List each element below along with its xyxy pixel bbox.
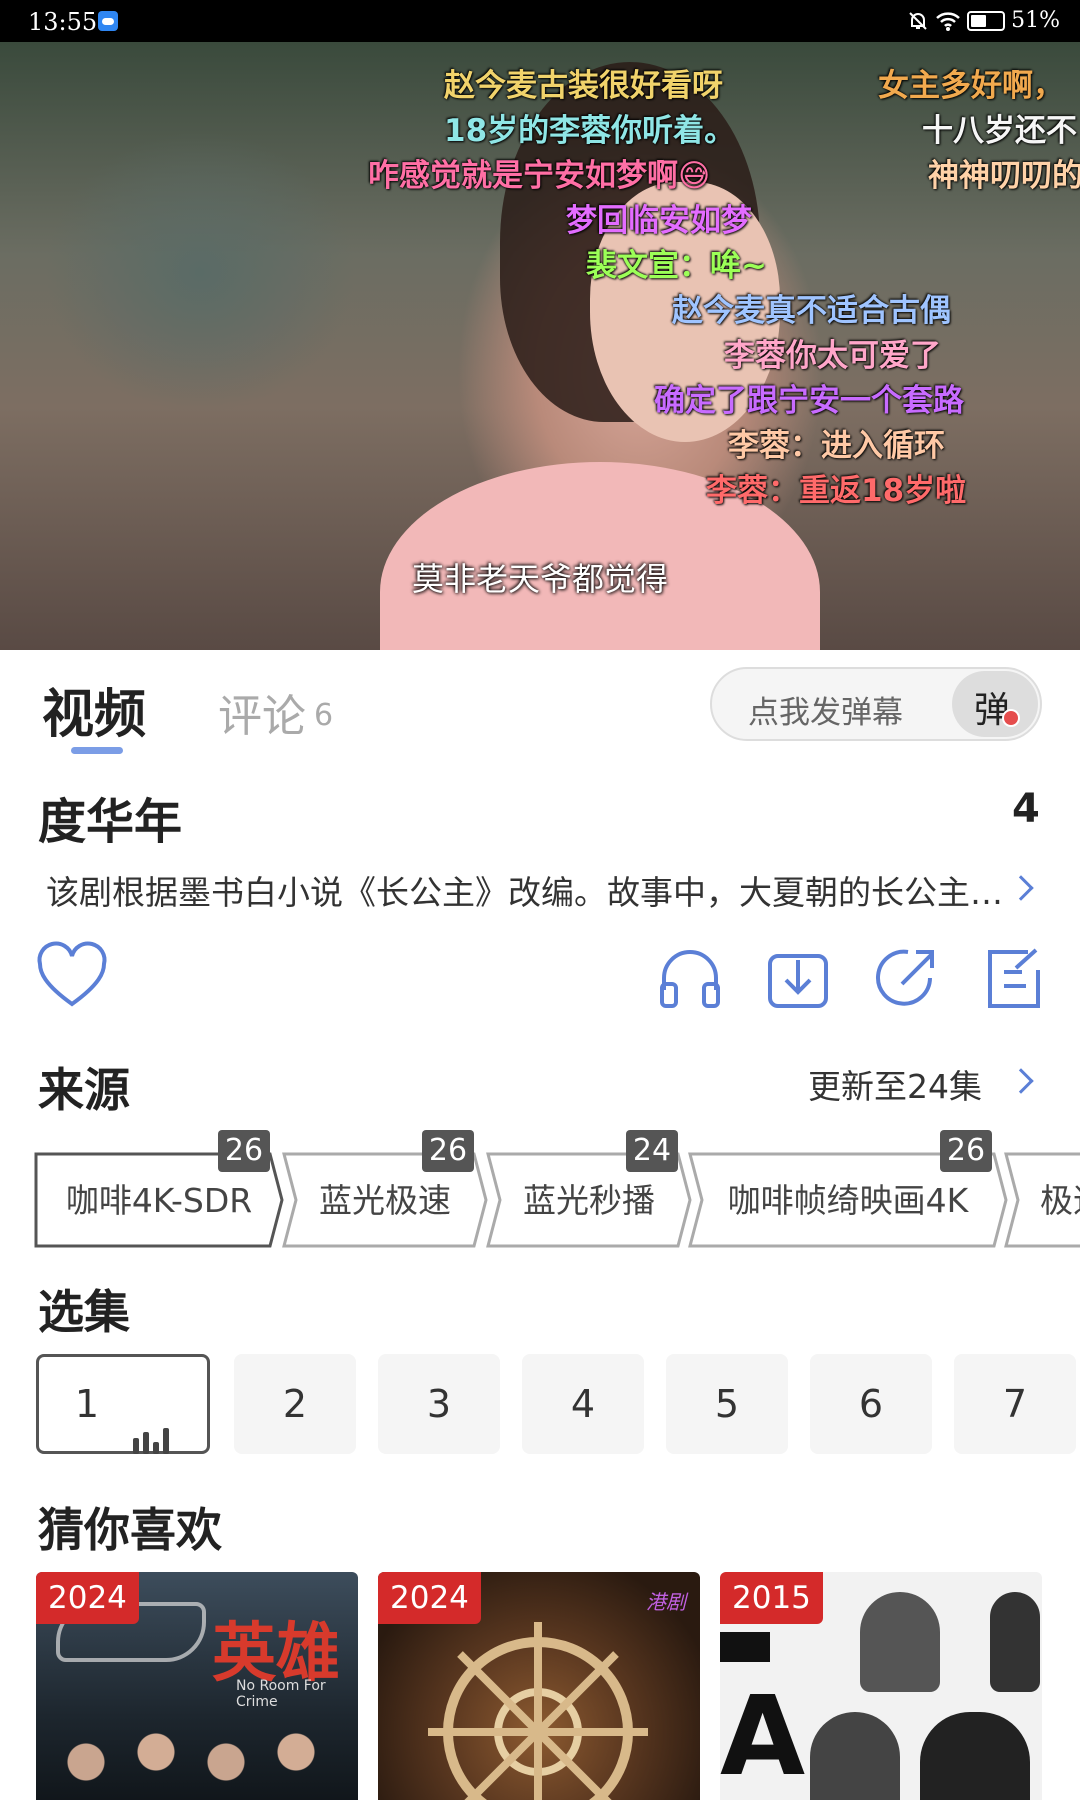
poster-portrait	[860, 1592, 940, 1692]
episode-number: 6	[858, 1382, 884, 1426]
danmaku-comment: 18岁的李蓉你听着。	[444, 113, 736, 149]
source-episode-badge: 26	[940, 1130, 992, 1172]
show-description[interactable]: 该剧根据墨书白小说《长公主》改编。故事中，大夏朝的长公主李蓉	[46, 866, 1006, 914]
source-item[interactable]: 咖啡4K-SDR 26	[34, 1130, 284, 1248]
source-episode-badge: 24	[626, 1130, 678, 1172]
year-badge: 2015	[720, 1572, 823, 1624]
source-episode-badge: 26	[218, 1130, 270, 1172]
recommend-list: 英雄 No Room For Crime 2024 港剧 2024 A 2015	[0, 1572, 1080, 1800]
poster-block	[720, 1632, 770, 1662]
source-section-title: 来源	[38, 1063, 130, 1117]
video-player[interactable]: 赵今麦古装很好看呀 18岁的李蓉你听着。 咋感觉就是宁安如梦啊😅 梦回临安如梦 …	[0, 42, 1080, 650]
cloud-icon	[98, 11, 118, 31]
danmaku-comment: 赵今麦古装很好看呀	[444, 68, 723, 104]
poster-portrait	[920, 1712, 1030, 1800]
danmaku-input-placeholder: 点我发弹幕	[748, 695, 903, 731]
status-time: 13:55	[28, 8, 98, 36]
recommend-card[interactable]: 港剧 2024	[378, 1572, 700, 1800]
recommend-card[interactable]: A 2015	[720, 1572, 1042, 1800]
episode-number: 3	[426, 1382, 452, 1426]
danmaku-input[interactable]: 点我发弹幕 弹	[710, 667, 1042, 741]
poster-portrait	[990, 1592, 1040, 1692]
comments-count: 6	[314, 698, 334, 733]
danmaku-comment: 裴文宣：哞~	[586, 248, 767, 284]
source-label: 极速	[1040, 1181, 1080, 1220]
episode-number: 1	[74, 1382, 100, 1426]
battery-percent: 51%	[1011, 8, 1060, 33]
danmaku-status-dot	[1002, 709, 1020, 727]
episode-number: 2	[282, 1382, 308, 1426]
tab-active-indicator	[71, 747, 123, 754]
danmaku-comment: 赵今麦真不适合古偶	[672, 293, 951, 329]
source-list: 咖啡4K-SDR 26 蓝光极速 26 蓝光秒播 24 咖啡帧绮映画4K 26 …	[0, 1128, 1080, 1248]
danmaku-comment: 梦回临安如梦	[566, 203, 752, 239]
source-updated-text[interactable]: 更新至24集	[808, 1060, 982, 1108]
episode-number: 4	[570, 1382, 596, 1426]
tab-video[interactable]: 视频	[42, 672, 146, 747]
year-badge: 2024	[378, 1572, 481, 1624]
recommend-section-title: 猜你喜欢	[38, 1503, 222, 1557]
now-playing-icon	[131, 1360, 171, 1454]
share-icon[interactable]	[868, 940, 944, 1016]
tab-comments[interactable]: 评论 6	[218, 680, 333, 744]
episode-button[interactable]: 5	[666, 1354, 788, 1454]
mute-bell-icon	[909, 11, 927, 30]
heart-icon[interactable]	[34, 940, 110, 1016]
source-label: 咖啡4K-SDR	[65, 1181, 253, 1220]
danmaku-comment: 李蓉：进入循环	[728, 428, 945, 464]
status-right: 51%	[907, 8, 1060, 33]
danmaku-toggle-button[interactable]: 弹	[952, 671, 1038, 737]
source-item[interactable]: 蓝光极速 26	[282, 1130, 488, 1248]
source-item[interactable]: 极速	[1004, 1152, 1080, 1248]
episodes-section-title: 选集	[38, 1285, 130, 1339]
battery-icon	[967, 10, 1006, 31]
episode-button-active[interactable]: 1	[36, 1354, 210, 1454]
recommend-card[interactable]: 英雄 No Room For Crime 2024	[36, 1572, 358, 1800]
episode-button[interactable]: 7	[954, 1354, 1076, 1454]
danmaku-comment: 神神叨叨的	[928, 158, 1080, 194]
episode-number: 5	[714, 1382, 740, 1426]
source-item[interactable]: 蓝光秒播 24	[486, 1130, 692, 1248]
episode-button[interactable]: 2	[234, 1354, 356, 1454]
source-episode-badge: 26	[422, 1130, 474, 1172]
edit-icon[interactable]	[976, 940, 1052, 1016]
tab-comments-label: 评论	[218, 691, 306, 742]
show-badge: 4	[1012, 786, 1040, 832]
poster-subtitle: No Room For Crime	[236, 1678, 326, 1710]
download-icon[interactable]	[760, 940, 836, 1016]
danmaku-comment: 咋感觉就是宁安如梦啊😅	[368, 158, 711, 194]
danmaku-comment: 女主多好啊，	[878, 68, 1064, 104]
episode-number: 7	[1002, 1382, 1028, 1426]
episode-button[interactable]: 6	[810, 1354, 932, 1454]
video-subtitle: 莫非老天爷都觉得	[411, 560, 668, 598]
show-title: 度华年	[38, 794, 183, 850]
source-item[interactable]: 咖啡帧绮映画4K 26	[688, 1130, 1008, 1248]
danmaku-comment: 十八岁还不	[922, 113, 1077, 149]
status-bar: 13:55 51%	[0, 0, 1080, 42]
poster-cast	[46, 1722, 346, 1800]
source-more-chevron-icon[interactable]	[1008, 1068, 1034, 1094]
headphones-icon[interactable]	[652, 940, 728, 1016]
source-label: 蓝光极速	[319, 1181, 451, 1220]
danmaku-comment: 确定了跟宁安一个套路	[654, 383, 964, 419]
episode-list: 1 2 3 4 5 6 7	[0, 1354, 1080, 1454]
wifi-icon	[936, 11, 960, 31]
source-label: 蓝光秒播	[523, 1181, 655, 1220]
episode-button[interactable]: 4	[522, 1354, 644, 1454]
year-badge: 2024	[36, 1572, 139, 1624]
episode-button[interactable]: 3	[378, 1354, 500, 1454]
poster-brand: 港剧	[646, 1590, 686, 1614]
source-label: 咖啡帧绮映画4K	[727, 1181, 969, 1220]
description-expand-chevron-icon[interactable]	[1008, 875, 1034, 901]
danmaku-comment: 李蓉：重返18岁啦	[706, 473, 967, 509]
poster-letter: A	[720, 1672, 806, 1800]
danmaku-comment: 李蓉你太可爱了	[724, 338, 941, 374]
poster-portrait	[810, 1712, 900, 1800]
